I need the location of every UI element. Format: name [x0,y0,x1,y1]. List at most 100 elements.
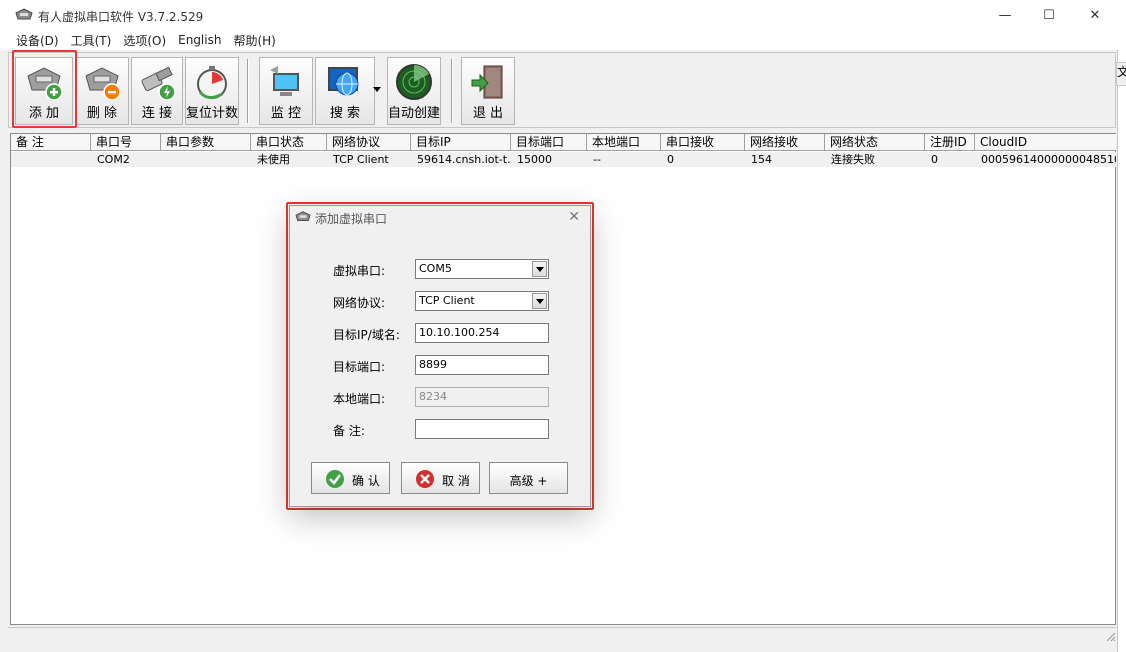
virtual-port-value: COM5 [419,262,452,275]
menu-english[interactable]: English [172,33,227,47]
column-header-net-recv[interactable]: 网络接收 [745,134,825,151]
virtual-port-select[interactable]: COM5 [415,259,549,279]
menu-options[interactable]: 选项(O) [117,32,172,49]
target-port-row: 目标端口: 8899 [290,355,590,377]
target-port-input[interactable]: 8899 [415,355,549,375]
table-cell[interactable]: -- [587,152,661,167]
menu-help[interactable]: 帮助(H) [227,32,281,49]
menu-bar: 设备(D) 工具(T) 选项(O) English 帮助(H) [0,30,1118,50]
target-ip-row: 目标IP/域名: 10.10.100.254 [290,323,590,345]
toolbar-separator [247,59,249,123]
local-port-input: 8234 [415,387,549,407]
exit-label: 退 出 [472,106,504,121]
target-ip-label: 目标IP/域名: [333,328,400,342]
column-header-cloud-id[interactable]: CloudID [975,134,1116,151]
column-header-net-status[interactable]: 网络状态 [825,134,925,151]
reset-count-button[interactable]: 复位计数 [185,57,239,125]
ok-button[interactable]: 确 认 [311,462,390,494]
radar-icon [396,64,432,100]
monitor-button[interactable]: 监 控 [259,57,313,125]
status-bar [8,627,1116,645]
check-icon [326,470,344,488]
table-cell[interactable]: 154 [745,152,825,167]
table-cell[interactable]: 59614.cnsh.iot-t... [411,152,511,167]
local-port-row: 本地端口: 8234 [290,387,590,409]
search-button[interactable]: 搜 索 [315,57,375,125]
column-header-local-port[interactable]: 本地端口 [587,134,661,151]
remark-input[interactable] [415,419,549,439]
auto-create-button[interactable]: 自动创建 [387,57,441,125]
search-label: 搜 索 [329,106,361,121]
dialog-close-button[interactable]: ✕ [568,209,580,225]
title-bar: 有人虚拟串口软件 V3.7.2.529 — ☐ ✕ [0,0,1118,30]
table-cell[interactable] [161,152,251,167]
table-cell[interactable]: 连接失败 [825,152,925,167]
delete-button[interactable]: 删 除 [75,57,129,125]
column-header-port-recv[interactable]: 串口接收 [661,134,745,151]
connect-button[interactable]: 连 接 [131,57,183,125]
cancel-label: 取 消 [442,474,470,488]
side-tab[interactable]: 文 [1116,62,1126,86]
table-cell[interactable]: 15000 [511,152,587,167]
protocol-select[interactable]: TCP Client [415,291,549,311]
cancel-button[interactable]: 取 消 [401,462,480,494]
monitor-label: 监 控 [270,106,302,121]
chevron-down-icon[interactable] [532,261,547,277]
auto-create-label: 自动创建 [388,106,441,121]
column-header-remark[interactable]: 备 注 [11,134,91,151]
target-ip-input[interactable]: 10.10.100.254 [415,323,549,343]
column-header-port[interactable]: 串口号 [91,134,161,151]
delete-label: 删 除 [86,106,118,121]
app-logo-icon [15,8,33,20]
column-header-port-params[interactable]: 串口参数 [161,134,251,151]
table-cell[interactable]: 0 [925,152,975,167]
column-header-protocol[interactable]: 网络协议 [327,134,411,151]
advanced-label: 高级 + [509,474,548,488]
table-cell[interactable]: 未使用 [251,152,327,167]
column-header-target-port[interactable]: 目标端口 [511,134,587,151]
window-title: 有人虚拟串口软件 V3.7.2.529 [38,10,204,24]
toolbar: 添 加 删 除 连 接 复位计数 监 控 搜 索 自动创建 退 出 [8,52,1116,128]
target-port-label: 目标端口: [333,360,386,374]
ok-label: 确 认 [352,474,380,488]
table-cell[interactable]: COM2 [91,152,161,167]
cancel-x-icon [416,470,434,488]
search-dropdown-icon[interactable] [373,87,381,92]
remark-label: 备 注: [333,424,365,438]
search-globe-icon [328,67,359,96]
reset-stopwatch-icon [197,66,227,99]
local-port-label: 本地端口: [333,392,386,406]
menu-device[interactable]: 设备(D) [10,32,65,49]
dialog-title: 添加虚拟串口 [315,212,388,226]
table-cell[interactable] [11,152,91,167]
table-cell[interactable]: TCP Client [327,152,411,167]
exit-button[interactable]: 退 出 [461,57,515,125]
table-cell[interactable]: 0 [661,152,745,167]
close-window-button[interactable]: ✕ [1072,0,1118,30]
minimize-button[interactable]: — [982,0,1028,30]
delete-port-icon [85,67,121,101]
toolbar-separator [451,59,453,123]
resize-grip-icon[interactable] [1104,630,1116,642]
column-header-reg-id[interactable]: 注册ID [925,134,975,151]
add-virtual-port-dialog: 添加虚拟串口 ✕ 虚拟串口: COM5 网络协议: TCP Client 目标I… [289,205,591,507]
add-button-highlight [12,50,77,128]
menu-tools[interactable]: 工具(T) [65,32,118,49]
maximize-button[interactable]: ☐ [1026,0,1072,30]
column-header-target-ip[interactable]: 目标IP [411,134,511,151]
table-cell[interactable]: 00059614000000048510 [975,152,1116,167]
connect-label: 连 接 [141,106,173,121]
advanced-button[interactable]: 高级 + [489,462,568,494]
reset-count-label: 复位计数 [186,106,239,121]
protocol-value: TCP Client [419,294,475,307]
protocol-label: 网络协议: [333,296,386,310]
exit-door-icon [471,65,503,99]
remark-row: 备 注: [290,419,590,441]
protocol-row: 网络协议: TCP Client [290,291,590,313]
column-header-port-status[interactable]: 串口状态 [251,134,327,151]
monitor-icon [270,66,299,96]
chevron-down-icon[interactable] [532,293,547,309]
virtual-port-row: 虚拟串口: COM5 [290,259,590,281]
connect-plug-icon [141,66,176,101]
maximize-icon: ☐ [1043,7,1055,23]
